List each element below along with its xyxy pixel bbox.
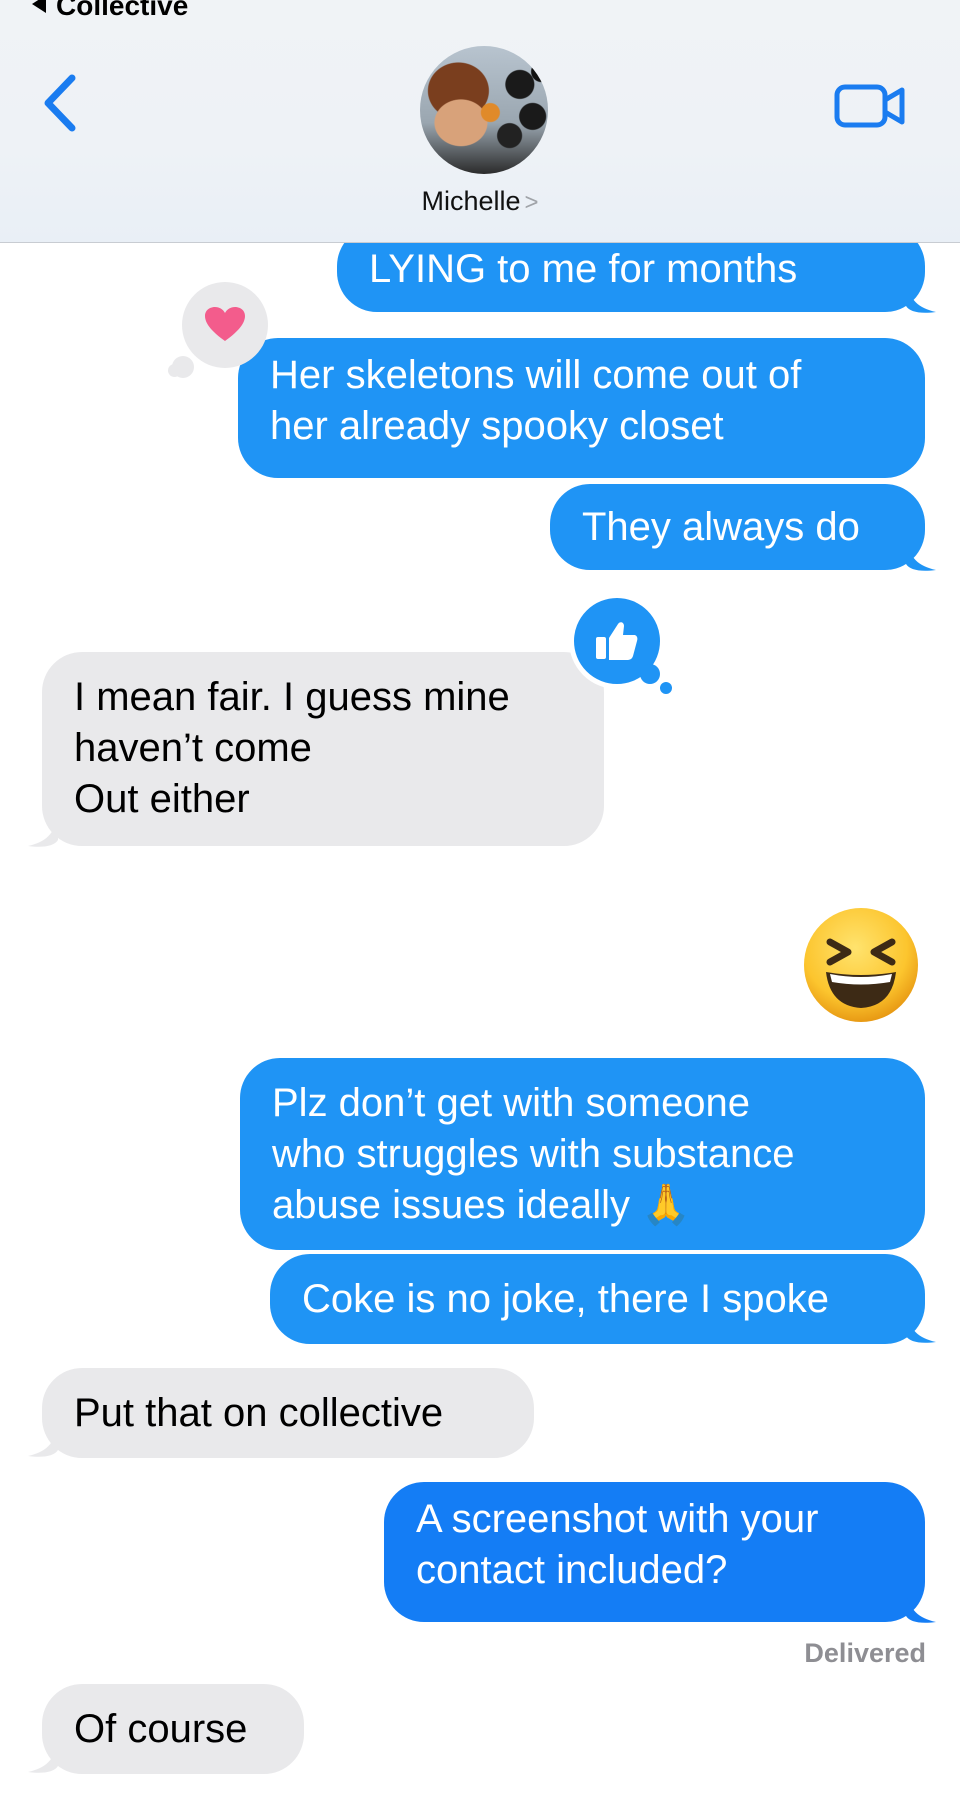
message-bubble-incoming[interactable]: Of course <box>42 1684 304 1774</box>
message-bubble-incoming[interactable]: Put that on collective <box>42 1368 534 1458</box>
bubble-tail <box>906 1592 936 1623</box>
message-text: They always do <box>582 505 860 549</box>
bubble-tail <box>906 282 936 313</box>
message-text: contact included? <box>416 1548 728 1592</box>
contact-avatar[interactable] <box>420 46 548 174</box>
message-text: abuse issues ideally 🙏 <box>272 1183 691 1227</box>
message-text: haven’t come <box>74 726 312 770</box>
message-bubble-outgoing[interactable]: Coke is no joke, there I spoke <box>270 1254 925 1344</box>
message-bubble-outgoing[interactable]: Plz don’t get with someone who struggles… <box>240 1058 925 1250</box>
message-bubble-outgoing[interactable]: Her skeletons will come out of her alrea… <box>238 338 925 478</box>
bubble-tail <box>906 1312 936 1343</box>
contact-name: Michelle <box>421 186 521 216</box>
bubble-tail <box>28 1426 58 1457</box>
message-text: her already spooky closet <box>270 404 724 448</box>
bubble-tail <box>28 1742 58 1773</box>
message-text: Her skeletons will come out of <box>270 353 802 397</box>
message-text: Of course <box>74 1707 248 1751</box>
message-text: I mean fair. I guess mine <box>74 675 510 719</box>
contact-name-button[interactable]: Michelle > <box>0 186 960 217</box>
message-thread: LYING to me for months Her skeletons wil… <box>0 0 960 1800</box>
video-call-icon[interactable] <box>834 82 906 130</box>
bubble-tail <box>906 540 936 571</box>
message-bubble-outgoing[interactable]: A screenshot with your contact included? <box>384 1482 925 1622</box>
message-text: LYING to me for months <box>369 247 798 291</box>
heart-icon <box>205 307 245 341</box>
bubble-tail <box>28 816 58 847</box>
message-text: Coke is no joke, there I spoke <box>302 1277 829 1321</box>
back-triangle-icon <box>32 0 46 13</box>
tapback-dot <box>168 364 181 377</box>
message-bubble-incoming[interactable]: I mean fair. I guess mine haven’t come O… <box>42 652 604 846</box>
message-text: Put that on collective <box>74 1391 444 1435</box>
chevron-right-icon: > <box>524 189 539 216</box>
heart-tapback[interactable] <box>182 282 268 368</box>
conversation-header: Collective Michelle > <box>0 0 960 243</box>
message-text: Out either <box>74 777 250 821</box>
grinning-squinting-face-emoji[interactable] <box>802 906 920 1024</box>
message-text: A screenshot with your <box>416 1497 819 1541</box>
message-text: who struggles with substance <box>272 1132 795 1176</box>
back-to-app-link[interactable]: Collective <box>32 0 188 22</box>
thumbs-up-icon <box>596 622 638 660</box>
tapback-dot <box>660 682 672 694</box>
delivered-status: Delivered <box>804 1638 926 1668</box>
back-chevron-icon[interactable] <box>40 72 80 134</box>
back-app-label: Collective <box>56 0 189 21</box>
message-text: Plz don’t get with someone <box>272 1081 751 1125</box>
message-bubble-outgoing[interactable]: They always do <box>550 484 925 570</box>
tapback-dot <box>640 664 660 684</box>
